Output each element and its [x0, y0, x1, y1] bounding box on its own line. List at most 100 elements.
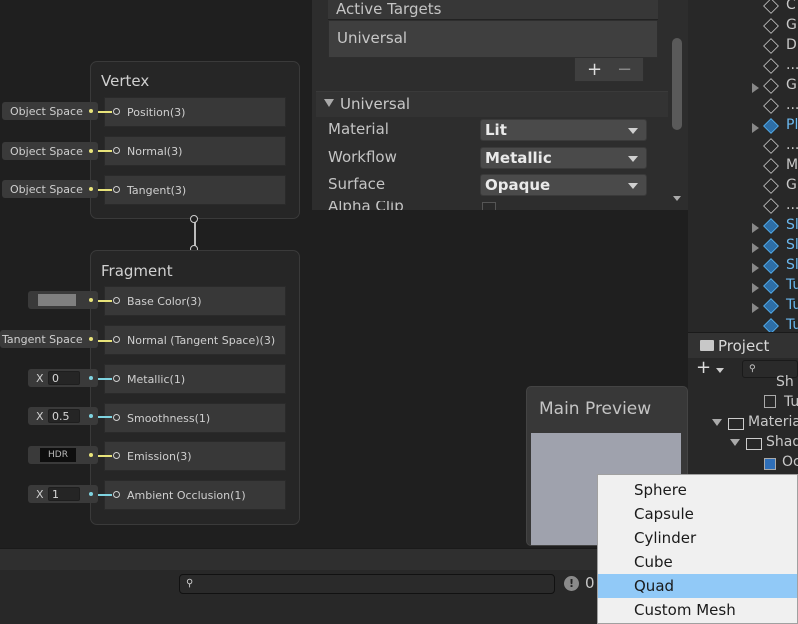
fragment-port-emission[interactable]: Emission(3): [104, 441, 286, 471]
expand-arrow-icon[interactable]: [752, 123, 759, 133]
hierarchy-row[interactable]: D: [688, 37, 798, 57]
hierarchy-row[interactable]: Tu: [688, 277, 798, 297]
remove-target-button[interactable]: −: [617, 59, 632, 80]
fragment-port-normal[interactable]: Normal (Tangent Space)(3): [104, 325, 286, 355]
expand-arrow-icon[interactable]: [752, 83, 759, 93]
hierarchy-row[interactable]: C: [688, 0, 798, 17]
hierarchy-row[interactable]: G: [688, 77, 798, 97]
workflow-dropdown[interactable]: Metallic: [480, 147, 647, 169]
vertex-port-tangent[interactable]: Tangent(3): [104, 175, 286, 205]
color-swatch[interactable]: [38, 294, 76, 306]
ambient-occlusion-value-field[interactable]: 1: [48, 487, 80, 501]
project-folder-materials[interactable]: Materia: [748, 414, 798, 430]
hierarchy-row[interactable]: ...: [688, 57, 798, 77]
project-item[interactable]: Tu: [784, 394, 798, 410]
expand-arrow-icon[interactable]: [752, 303, 759, 313]
vertex-node-title: Vertex: [101, 72, 150, 90]
base-color-input[interactable]: [28, 291, 98, 309]
port-connector-icon[interactable]: [113, 414, 120, 421]
hierarchy-row[interactable]: ...: [688, 197, 798, 217]
add-target-button[interactable]: +: [587, 59, 602, 80]
menu-item-capsule[interactable]: Capsule: [598, 502, 797, 526]
hierarchy-row[interactable]: M: [688, 157, 798, 177]
hierarchy-row[interactable]: Sl: [688, 257, 798, 277]
scroll-down-icon[interactable]: [673, 196, 681, 201]
project-tab[interactable]: Project: [718, 337, 769, 355]
foldout-arrow-icon[interactable]: [324, 99, 334, 107]
port-connector-icon[interactable]: [113, 186, 120, 193]
hierarchy-row[interactable]: ...: [688, 97, 798, 117]
hierarchy-row[interactable]: Pl: [688, 117, 798, 137]
dropdown-value: Metallic: [485, 149, 552, 167]
universal-section-header[interactable]: Universal: [316, 91, 668, 117]
emission-input[interactable]: HDR: [28, 446, 98, 464]
gameobject-icon: [763, 118, 779, 134]
expand-arrow-icon[interactable]: [712, 419, 722, 426]
surface-dropdown[interactable]: Opaque: [480, 174, 647, 196]
hdr-color-swatch[interactable]: HDR: [40, 448, 76, 462]
smoothness-input[interactable]: X 0.5: [28, 407, 98, 425]
hierarchy-row[interactable]: Tu: [688, 297, 798, 317]
gameobject-icon: [763, 78, 779, 94]
object-space-input[interactable]: Object Space: [2, 102, 98, 120]
port-connector-icon[interactable]: [113, 336, 120, 343]
gameobject-icon: [763, 278, 779, 294]
vertex-port-position[interactable]: Position(3): [104, 97, 286, 127]
fragment-port-ambient-occlusion[interactable]: Ambient Occlusion(1): [104, 480, 286, 510]
dropdown-value: Lit: [485, 121, 507, 139]
hierarchy-row[interactable]: G: [688, 177, 798, 197]
target-list[interactable]: Universal: [328, 20, 658, 58]
expand-arrow-icon[interactable]: [752, 283, 759, 293]
fragment-port-metallic[interactable]: Metallic(1): [104, 364, 286, 394]
scrollbar-thumb[interactable]: [672, 38, 682, 130]
hierarchy-row[interactable]: ...: [688, 137, 798, 157]
hierarchy-row[interactable]: G: [688, 17, 798, 37]
expand-arrow-icon[interactable]: [752, 223, 759, 233]
menu-item-cylinder[interactable]: Cylinder: [598, 526, 797, 550]
gameobject-icon: [763, 178, 779, 194]
console-search-input[interactable]: ⚲: [179, 574, 555, 594]
expand-arrow-icon[interactable]: [730, 439, 740, 446]
ambient-occlusion-input[interactable]: X 1: [28, 485, 98, 503]
error-icon[interactable]: !: [564, 576, 579, 591]
project-tab-bar: Project: [688, 332, 798, 358]
fragment-node-title: Fragment: [101, 262, 173, 280]
port-connector-icon[interactable]: [113, 108, 120, 115]
tangent-space-input[interactable]: Tangent Space: [0, 330, 98, 348]
project-folder-shaders[interactable]: Shad: [766, 434, 798, 450]
alpha-clip-checkbox[interactable]: [482, 202, 496, 210]
project-item[interactable]: Sh: [776, 374, 794, 390]
connection-wire: [98, 455, 112, 457]
project-item[interactable]: Oc: [782, 454, 798, 470]
port-label: Ambient Occlusion(1): [127, 488, 246, 502]
menu-item-quad[interactable]: Quad: [598, 574, 797, 598]
fragment-port-smoothness[interactable]: Smoothness(1): [104, 403, 286, 433]
expand-arrow-icon[interactable]: [752, 243, 759, 253]
port-connector-icon[interactable]: [113, 452, 120, 459]
object-space-input[interactable]: Object Space: [2, 180, 98, 198]
stack-handle-icon[interactable]: [190, 215, 198, 223]
hierarchy-row[interactable]: Sl: [688, 237, 798, 257]
menu-item-custom-mesh[interactable]: Custom Mesh: [598, 598, 797, 622]
vertex-port-normal[interactable]: Normal(3): [104, 136, 286, 166]
fragment-port-base-color[interactable]: Base Color(3): [104, 286, 286, 316]
port-connector-icon[interactable]: [113, 147, 120, 154]
expand-arrow-icon[interactable]: [752, 263, 759, 273]
gameobject-icon: [763, 38, 779, 54]
port-connector-icon[interactable]: [113, 375, 120, 382]
connection-wire: [98, 378, 112, 380]
metallic-value-field[interactable]: 0: [48, 371, 80, 385]
object-space-input[interactable]: Object Space: [2, 142, 98, 160]
chevron-down-icon: [628, 156, 638, 162]
inspector-scrollbar[interactable]: [670, 0, 684, 208]
smoothness-value-field[interactable]: 0.5: [48, 409, 80, 423]
create-button[interactable]: +: [692, 357, 732, 380]
hierarchy-row[interactable]: Sl: [688, 217, 798, 237]
port-connector-icon[interactable]: [113, 491, 120, 498]
menu-item-sphere[interactable]: Sphere: [598, 478, 797, 502]
target-item-universal[interactable]: Universal: [337, 29, 407, 47]
menu-item-cube[interactable]: Cube: [598, 550, 797, 574]
metallic-input[interactable]: X 0: [28, 369, 98, 387]
port-connector-icon[interactable]: [113, 297, 120, 304]
material-dropdown[interactable]: Lit: [480, 119, 647, 141]
